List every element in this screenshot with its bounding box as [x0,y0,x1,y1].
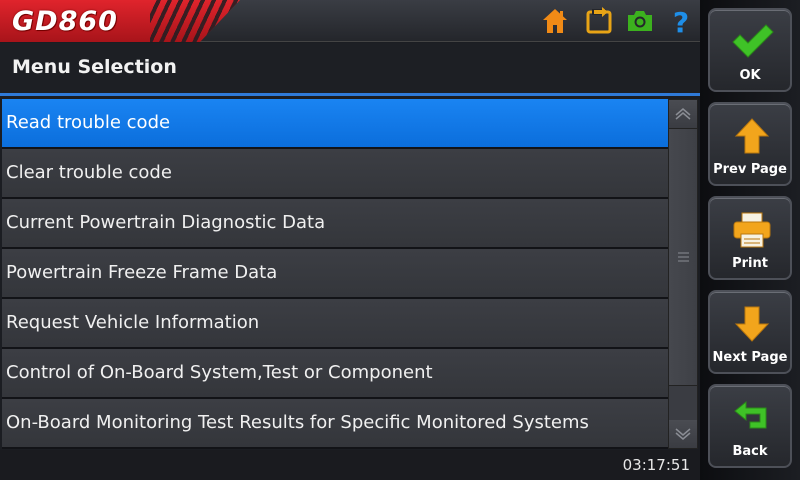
arrow-down-icon [734,306,770,342]
logo-text: GD860 [12,6,118,37]
grip-icon [678,252,689,262]
printer-icon [733,212,771,248]
arrow-up-icon [734,118,770,154]
menu-item[interactable]: On-Board Monitoring Test Results for Spe… [2,399,668,449]
checkmark-icon [732,24,774,58]
title-divider [0,93,700,96]
scroll-thumb[interactable] [669,128,697,386]
ok-button[interactable]: OK [708,8,792,92]
menu-item-label: On-Board Monitoring Test Results for Spe… [6,412,589,433]
clock: 03:17:51 [622,456,690,474]
side-panel: OK Prev Page Print Next Page Back [700,0,800,480]
top-toolbar: GD860 ? [0,0,700,42]
menu-item[interactable]: Read trouble code [2,99,668,149]
menu-item[interactable]: Request Vehicle Information [2,299,668,349]
print-button-label: Print [732,256,768,271]
camera-icon[interactable] [625,6,655,36]
back-button[interactable]: Back [708,384,792,468]
logo-stripes [150,0,240,42]
menu-item[interactable]: Powertrain Freeze Frame Data [2,249,668,299]
help-icon[interactable]: ? [666,6,696,36]
menu-item-label: Clear trouble code [6,162,172,183]
brand-logo: GD860 [0,0,240,42]
prev-page-button[interactable]: Prev Page [708,102,792,186]
status-bar: 03:17:51 [0,450,700,480]
main-area: GD860 ? Menu Selection Read trouble code… [0,0,700,480]
menu-item-label: Powertrain Freeze Frame Data [6,262,278,283]
scrollbar[interactable] [668,99,698,449]
menu-item[interactable]: Control of On-Board System,Test or Compo… [2,349,668,399]
next-page-button-label: Next Page [712,350,788,365]
scroll-up-icon[interactable] [669,100,697,128]
home-icon[interactable] [540,6,570,36]
back-button-label: Back [732,444,768,459]
menu-item[interactable]: Current Powertrain Diagnostic Data [2,199,668,249]
next-page-button[interactable]: Next Page [708,290,792,374]
back-arrow-icon [734,400,767,429]
title-bar: Menu Selection [0,43,700,93]
menu-item-label: Request Vehicle Information [6,312,260,333]
ok-button-label: OK [739,68,761,83]
print-button[interactable]: Print [708,196,792,280]
prev-page-button-label: Prev Page [713,162,787,177]
exit-icon[interactable] [584,6,614,36]
menu-item-label: Current Powertrain Diagnostic Data [6,212,326,233]
menu-list: Read trouble code Clear trouble code Curre… [2,99,668,449]
page-title: Menu Selection [12,56,177,78]
scroll-down-icon[interactable] [669,420,697,448]
menu-item-label: Control of On-Board System,Test or Compo… [6,362,433,383]
menu-item-label: Read trouble code [6,112,171,133]
menu-item[interactable]: Clear trouble code [2,149,668,199]
svg-text:?: ? [673,6,689,36]
